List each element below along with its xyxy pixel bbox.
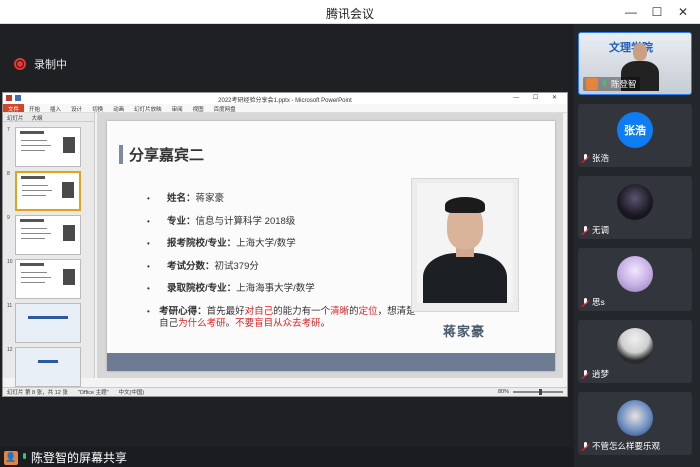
ribbon-tab-design[interactable]: 设计	[66, 104, 87, 113]
powerpoint-window: 2022考研经验分享会1.pptx - Microsoft PowerPoint…	[2, 92, 568, 397]
mic-muted-icon	[582, 225, 589, 235]
participant-tile[interactable]: 不管怎么样要乐观	[578, 392, 692, 455]
guest-info-list: • 姓名：蒋家豪 • 专业：信息与计算科学 2018级 • 报考院校/专业：上海大学/…	[147, 193, 417, 341]
avatar	[617, 184, 653, 220]
ribbon-tab-home[interactable]: 开始	[24, 104, 45, 113]
photo-caption: 蒋家豪	[443, 324, 486, 339]
ppt-ribbon: 文件 开始 插入 设计 切换 动画 幻灯片放映 审阅 视图 百度网盘	[3, 104, 567, 113]
guest-photo	[411, 178, 519, 312]
minimize-button[interactable]: —	[620, 3, 642, 21]
window-title: 腾讯会议	[325, 7, 374, 21]
recording-indicator[interactable]: 录制中	[14, 56, 67, 72]
mic-muted-icon	[582, 297, 589, 307]
ribbon-tab-slideshow[interactable]: 幻灯片放映	[129, 104, 167, 113]
participant-tile[interactable]: 张浩 张浩	[578, 104, 692, 167]
participant-tile[interactable]: 逍梦	[578, 320, 692, 383]
slide-thumb[interactable]: 12	[7, 347, 83, 387]
participants-panel: 文理学院 陈登智 张浩 张浩 无调 思s 逍梦 不管怎么样要乐观	[574, 24, 700, 467]
heading-accent-bar	[119, 145, 123, 164]
user-avatar-icon: 👤	[4, 450, 18, 465]
participant-name: 思s	[592, 297, 605, 307]
ribbon-tab-transitions[interactable]: 切换	[87, 104, 108, 113]
ribbon-tab-insert[interactable]: 插入	[45, 104, 66, 113]
ribbon-tab-review[interactable]: 审阅	[167, 104, 188, 113]
ppt-title-bar: 2022考研经验分享会1.pptx - Microsoft PowerPoint…	[3, 93, 567, 104]
list-item: • 专业：信息与计算科学 2018级	[147, 215, 296, 227]
list-item: • 姓名：蒋家豪	[147, 193, 225, 204]
host-icon	[586, 78, 598, 90]
zoom-level: 80%	[497, 389, 509, 395]
mic-muted-icon	[582, 441, 589, 451]
ribbon-tab-netdisk[interactable]: 百度网盘	[209, 104, 241, 113]
shared-screen-area: 录制中 2022考研经验分享会1.pptx - Microsoft PowerP…	[0, 24, 574, 447]
participant-tile[interactable]: 思s	[578, 248, 692, 311]
list-item: • 录取院校/专业：上海海事大学/数学	[147, 283, 315, 294]
recording-label: 录制中	[34, 59, 67, 71]
slide-thumb[interactable]: 9	[7, 215, 83, 255]
list-item: • 考试分数：初试379分	[147, 260, 259, 272]
list-item-experience: • 考研心得：首先最好对自己的能力有一个清晰的定位，想清楚自己为什么考研。不要盲目…	[147, 305, 416, 330]
ribbon-tab-view[interactable]: 视图	[188, 104, 209, 113]
slide-editing-canvas: 分享嘉宾二 • 姓名：蒋家豪 • 专业：信息与计算科学 2018级 • 报考院校/专业…	[97, 113, 563, 378]
slide-thumb-selected[interactable]: 8	[7, 171, 83, 211]
participant-name: 无调	[592, 225, 610, 235]
status-theme: "Office 主题"	[77, 390, 109, 396]
mic-muted-icon	[582, 369, 589, 379]
list-item: • 报考院校/专业：上海大学/数学	[147, 238, 296, 249]
status-language: 中文(中国)	[118, 390, 145, 396]
ppt-status-bar: 幻灯片 第 8 张，共 12 张 "Office 主题" 中文(中国) 80%	[3, 387, 567, 396]
ribbon-tab-file[interactable]: 文件	[3, 104, 25, 113]
mic-on-icon	[601, 79, 608, 89]
thumb-tab-outline[interactable]: 大纲	[28, 113, 47, 122]
maximize-button[interactable]: ☐	[646, 3, 668, 21]
mic-on-icon	[21, 453, 28, 462]
ribbon-tab-animations[interactable]: 动画	[108, 104, 129, 113]
zoom-slider[interactable]	[513, 389, 563, 395]
share-label: 陈登智的屏幕共享	[31, 451, 128, 465]
participant-name: 逍梦	[592, 369, 610, 379]
slide-thumb[interactable]: 11	[7, 303, 83, 343]
slide-heading: 分享嘉宾二	[129, 147, 205, 164]
slide-footer-bar	[107, 353, 555, 371]
participant-name: 不管怎么样要乐观	[592, 441, 661, 451]
window-title-bar: 腾讯会议 — ☐ ✕	[0, 0, 700, 24]
ppt-filename: 2022考研经验分享会1.pptx - Microsoft PowerPoint	[218, 98, 352, 104]
participant-tile[interactable]: 无调	[578, 176, 692, 239]
mic-muted-icon	[582, 153, 589, 163]
avatar	[617, 400, 653, 436]
status-slide-count: 幻灯片 第 8 张，共 12 张	[7, 390, 68, 396]
ppt-window-controls[interactable]: — ☐ ✕	[513, 94, 563, 101]
participant-name: 陈登智	[611, 79, 637, 89]
record-icon	[14, 58, 26, 70]
avatar	[617, 328, 653, 364]
initials-avatar: 张浩	[617, 112, 653, 148]
avatar	[617, 256, 653, 292]
close-button[interactable]: ✕	[672, 3, 694, 21]
thumb-tab-slides[interactable]: 幻灯片	[3, 113, 28, 122]
participant-tile[interactable]: 文理学院 陈登智	[578, 32, 692, 95]
slide-thumbnails-pane: 幻灯片 大纲 7 8 9 10 11 12	[3, 113, 95, 387]
current-slide[interactable]: 分享嘉宾二 • 姓名：蒋家豪 • 专业：信息与计算科学 2018级 • 报考院校/专业…	[107, 121, 555, 371]
slide-thumb[interactable]: 7	[7, 127, 83, 167]
participant-name: 张浩	[592, 153, 610, 163]
slide-thumb[interactable]: 10	[7, 259, 83, 299]
